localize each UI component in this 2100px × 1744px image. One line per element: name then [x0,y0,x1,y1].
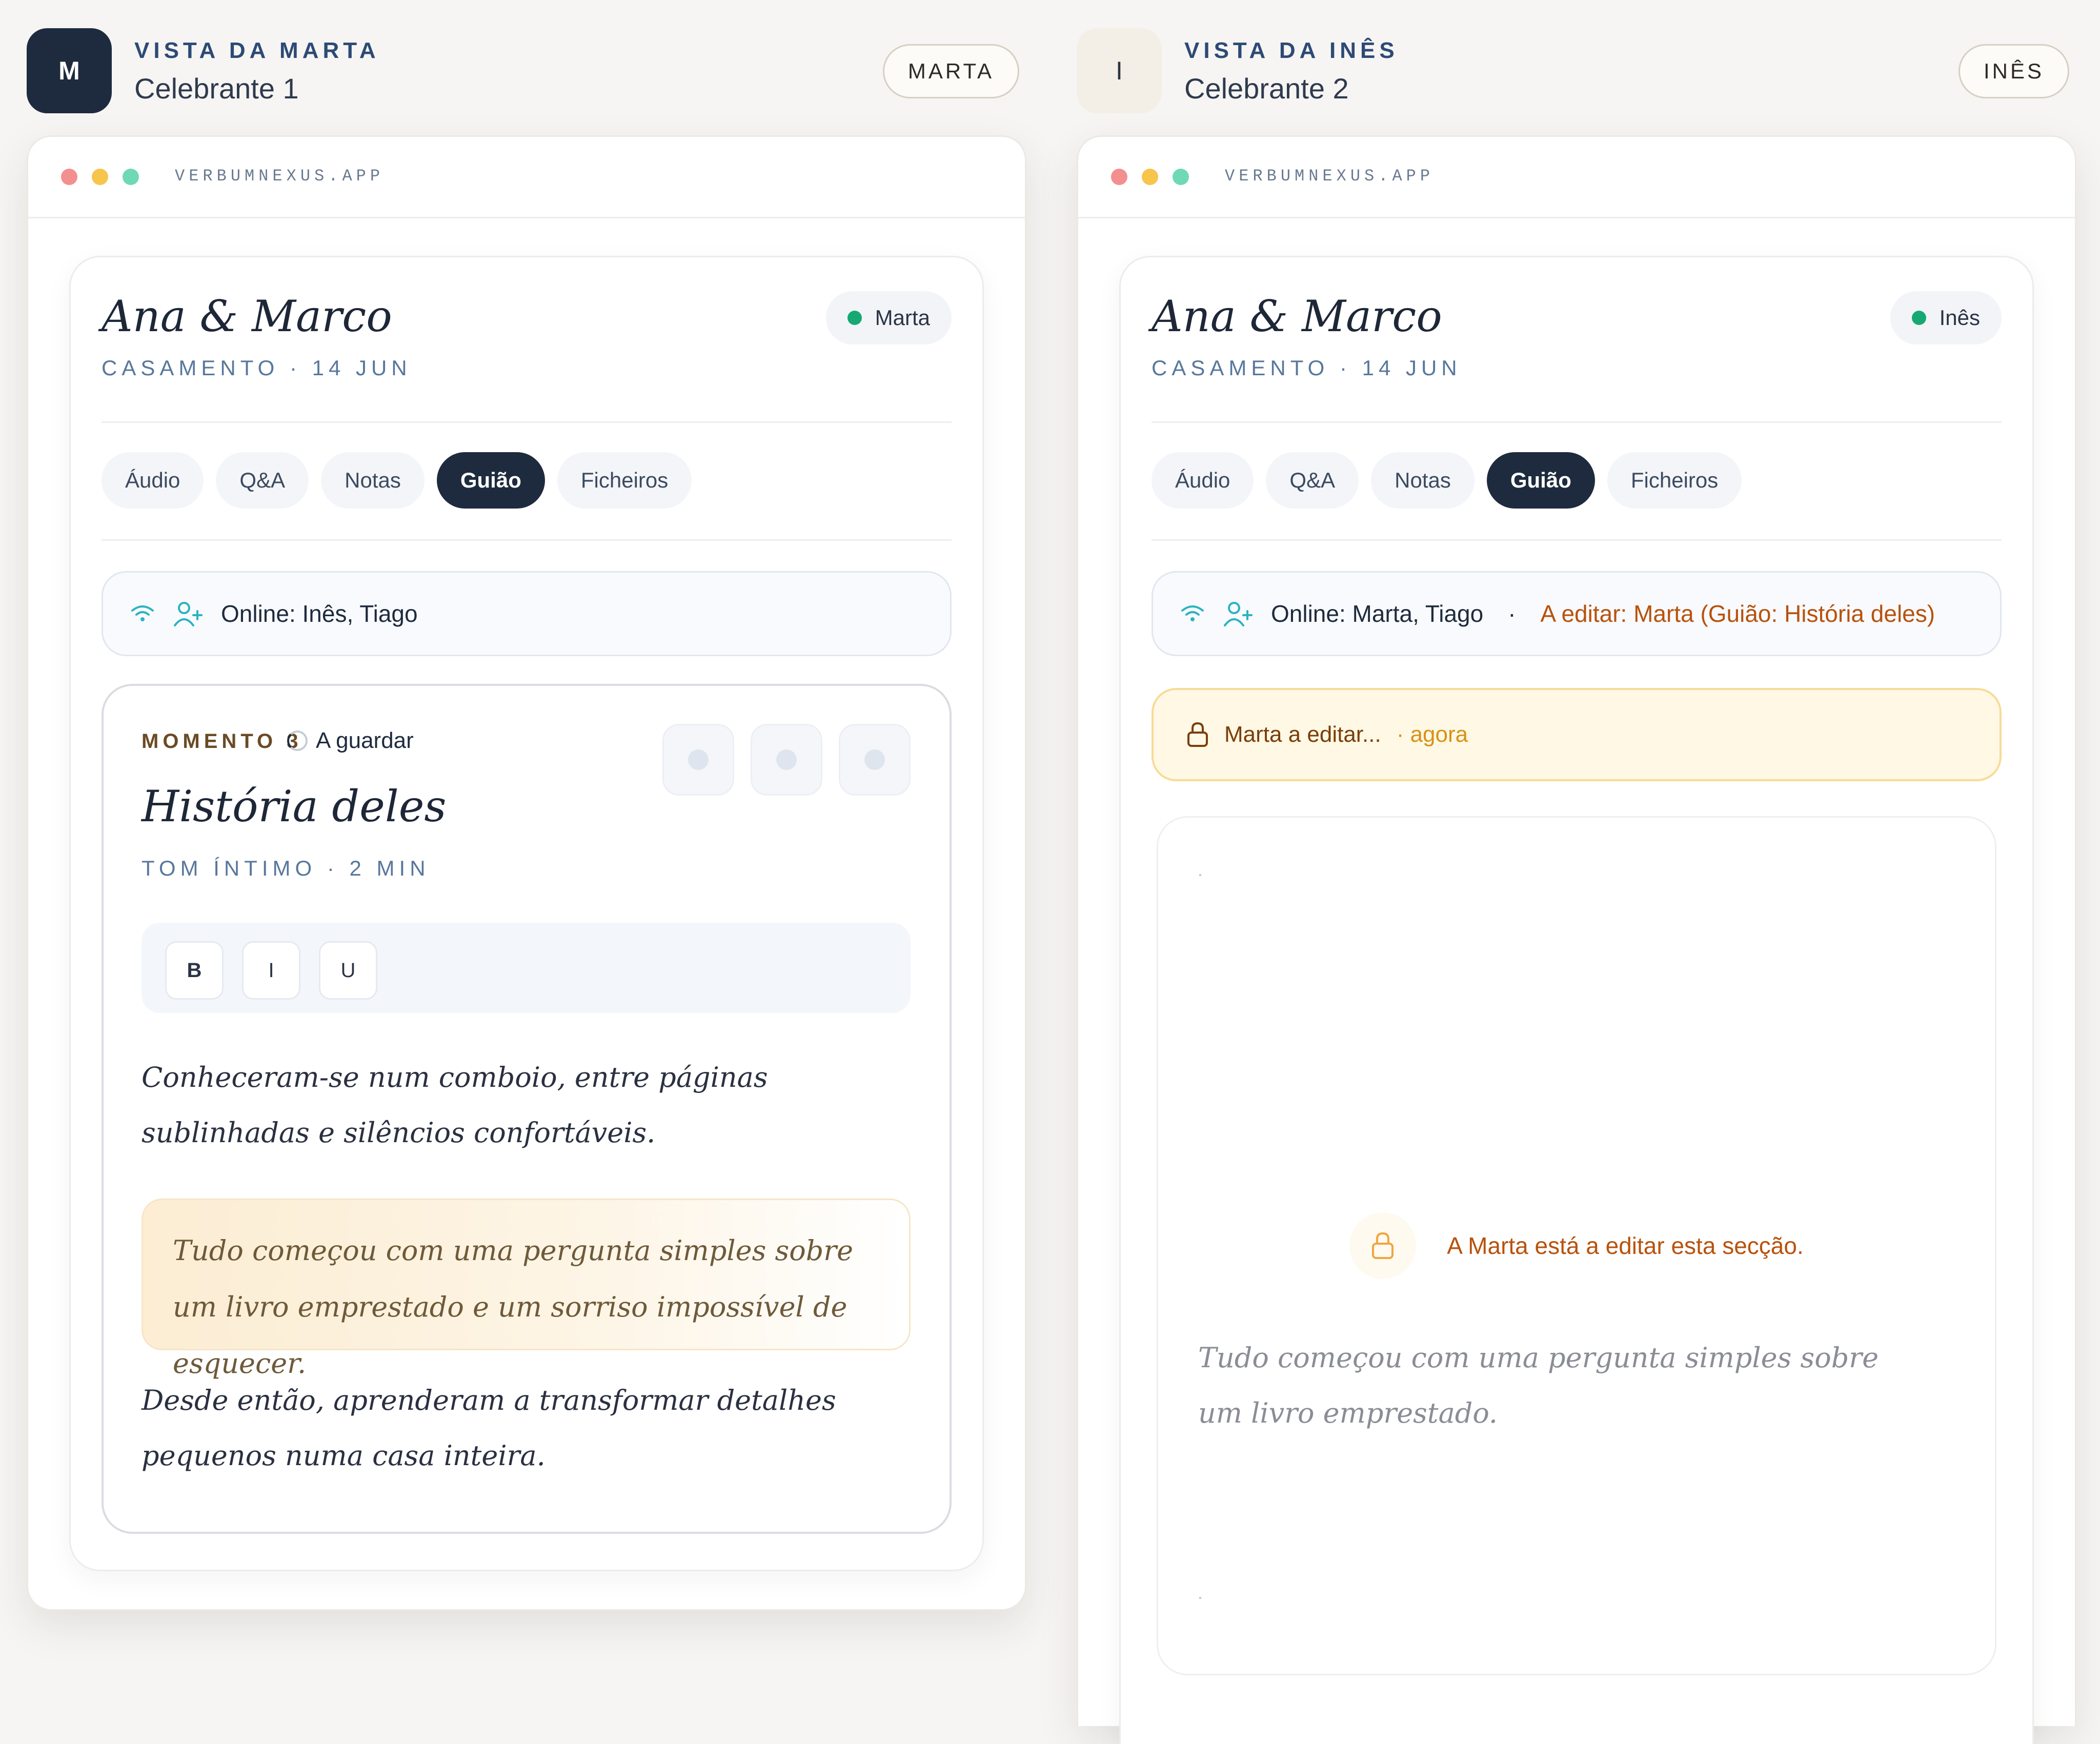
minimize-window-dot[interactable] [1142,169,1158,185]
editing-status-text: A editar: Marta (Guião: História deles) [1540,600,1935,627]
pane-marta: M VISTA DA MARTA Celebrante 1 MARTA VERB… [0,0,1046,1706]
online-dot-icon [1911,311,1926,325]
lock-editor-text: Marta a editar... [1224,722,1381,747]
underline-button[interactable]: U [319,941,377,1000]
lock-banner: Marta a editar... · agora [1152,688,2002,781]
browser-toolbar: VERBUMNEXUS.APP [28,137,1025,218]
locked-message-text: A Marta está a editar esta secção. [1447,1232,1804,1259]
online-dot-icon [847,311,862,325]
couple-title: Ana & Marco [1152,291,1442,341]
lock-icon [1349,1212,1417,1279]
avatar: M [27,28,112,113]
bold-button[interactable]: B [165,941,224,1000]
viewer-header: M VISTA DA MARTA Celebrante 1 MARTA [27,27,1019,115]
divider [102,421,952,423]
script-paragraph[interactable]: Conheceram-se num comboio, entre páginas… [142,1050,903,1161]
placeholder-mark [1199,874,1201,876]
avatar: I [1077,28,1162,113]
browser-window: VERBUMNEXUS.APP Ana & Marco CASAMENTO · … [27,135,1026,1611]
user-plus-icon [174,602,203,626]
dot-icon [776,749,797,770]
viewer-role: Celebrante 1 [134,72,299,105]
url-label[interactable]: VERBUMNEXUS.APP [1225,167,1434,186]
dot-icon [864,749,885,770]
tab-guiao[interactable]: Guião [1486,452,1595,509]
viewer-kicker: VISTA DA MARTA [134,38,380,63]
presence-pill: Inês [1890,291,2002,344]
event-subtitle: CASAMENTO · 14 JUN [1152,356,1462,380]
tab-audio[interactable]: Áudio [102,452,204,509]
user-name-pill[interactable]: MARTA [882,44,1019,98]
control-button[interactable] [839,724,911,796]
presence-name: Marta [875,306,930,330]
locked-section: A Marta está a editar esta secção. Tudo … [1157,816,1996,1675]
online-presence-bar: Online: Marta, Tiago · A editar: Marta (… [1152,571,2002,656]
spinner-icon [287,731,308,751]
save-status-text: A guardar [316,728,414,753]
event-subtitle: CASAMENTO · 14 JUN [102,356,412,380]
tab-bar: Áudio Q&A Notas Guião Ficheiros [1152,452,1742,509]
presence-name: Inês [1939,306,1980,330]
close-window-dot[interactable] [1111,169,1127,185]
url-label[interactable]: VERBUMNEXUS.APP [175,167,384,186]
user-plus-icon [1224,602,1253,626]
section-title: História deles [142,781,447,832]
dot-icon [688,749,709,770]
online-users-text: Online: Inês, Tiago [221,600,418,627]
wifi-icon [131,605,154,621]
tab-qa[interactable]: Q&A [1266,452,1359,509]
script-editor-card: MOMENTO 3 A guardar História deles TOM Í… [102,684,952,1534]
separator: · [1508,600,1516,627]
control-button[interactable] [751,724,822,796]
online-presence-bar: Online: Inês, Tiago [102,571,952,656]
placeholder-mark [1199,1597,1201,1599]
app-card: Ana & Marco CASAMENTO · 14 JUN Inês Áudi… [1119,256,2034,1744]
maximize-window-dot[interactable] [123,169,139,185]
locked-message: A Marta está a editar esta secção. [1158,1212,1995,1279]
browser-toolbar: VERBUMNEXUS.APP [1078,137,2075,218]
wifi-icon [1181,605,1204,621]
viewer-role: Celebrante 2 [1184,72,1349,105]
tab-qa[interactable]: Q&A [216,452,309,509]
viewer-kicker: VISTA DA INÊS [1184,38,1399,63]
close-window-dot[interactable] [61,169,77,185]
control-button[interactable] [662,724,734,796]
tab-notas[interactable]: Notas [1371,452,1475,509]
save-status: A guardar [287,728,414,754]
divider [1152,421,2002,423]
couple-title: Ana & Marco [102,291,392,341]
user-name-pill[interactable]: INÊS [1958,44,2069,98]
format-toolbar: B I U [142,923,911,1013]
editor-controls [662,724,911,796]
divider [102,539,952,541]
online-users-text: Online: Marta, Tiago [1271,600,1484,627]
lock-time-text: · agora [1396,722,1468,747]
tab-ficheiros[interactable]: Ficheiros [1607,452,1742,509]
maximize-window-dot[interactable] [1173,169,1189,185]
browser-window: VERBUMNEXUS.APP Ana & Marco CASAMENTO · … [1077,135,2076,1744]
moment-label: MOMENTO 3 [142,730,302,753]
highlighted-quote[interactable]: Tudo começou com uma pergunta simples so… [142,1199,911,1380]
tab-audio[interactable]: Áudio [1152,452,1254,509]
quote-text: Tudo começou com uma pergunta simples so… [173,1234,854,1380]
tab-notas[interactable]: Notas [321,452,425,509]
locked-preview-text: Tudo começou com uma pergunta simples so… [1198,1342,1879,1429]
minimize-window-dot[interactable] [92,169,108,185]
presence-pill: Marta [825,291,952,344]
tab-guiao[interactable]: Guião [436,452,545,509]
pane-ines: I VISTA DA INÊS Celebrante 2 INÊS VERBUM… [1050,0,2096,1744]
app-card: Ana & Marco CASAMENTO · 14 JUN Marta Áud… [69,256,984,1571]
tab-bar: Áudio Q&A Notas Guião Ficheiros [102,452,692,509]
lock-icon [1187,722,1208,747]
script-paragraph[interactable]: Desde então, aprenderam a transformar de… [142,1373,903,1484]
viewer-header: I VISTA DA INÊS Celebrante 2 INÊS [1077,27,2069,115]
italic-button[interactable]: I [242,941,300,1000]
divider [1152,539,2002,541]
section-meta: TOM ÍNTIMO · 2 MIN [142,856,430,880]
tab-ficheiros[interactable]: Ficheiros [557,452,692,509]
